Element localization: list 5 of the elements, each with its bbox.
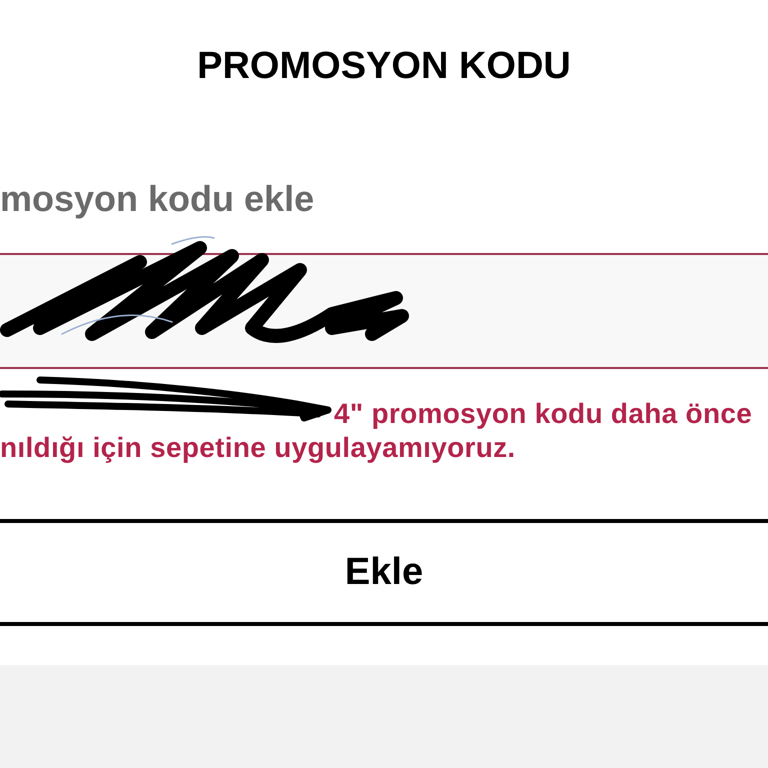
- add-button[interactable]: Ekle: [0, 519, 768, 626]
- error-message: 4" promosyon kodu daha önce: [334, 397, 752, 431]
- dialog-title: PROMOSYON KODU: [197, 44, 571, 89]
- field-label: mosyon kodu ekle: [0, 177, 314, 221]
- error-message: nıldığı için sepetine uygulayamıyoruz.: [0, 431, 516, 465]
